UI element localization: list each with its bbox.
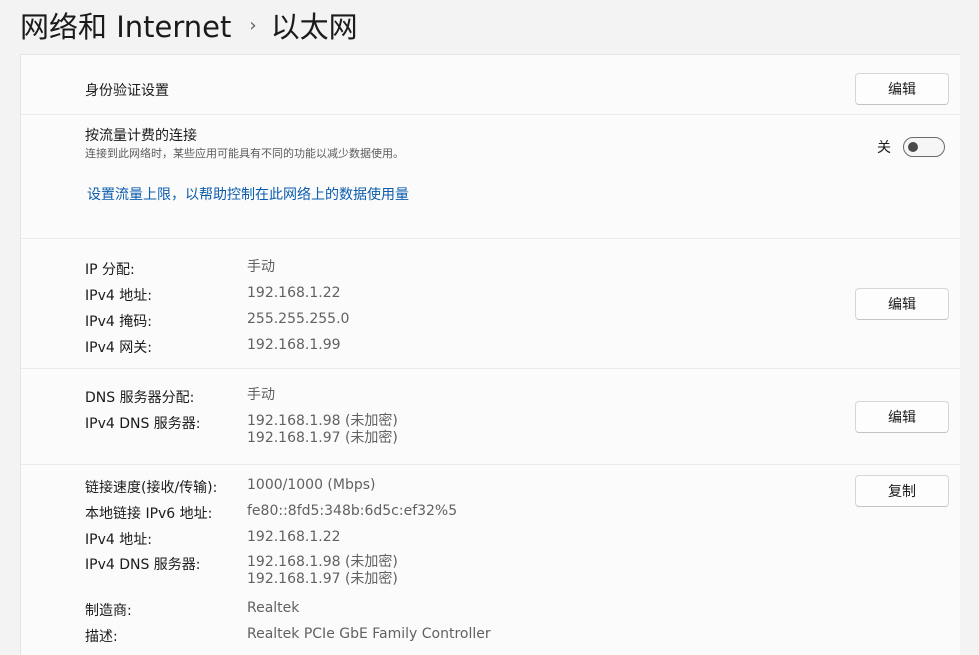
link-speed-row: 链接速度(接收/传输): 1000/1000 (Mbps) (85, 477, 825, 499)
manufacturer-row: 制造商: Realtek (85, 600, 825, 622)
props-dns-servers-key: IPv4 DNS 服务器: (85, 557, 201, 573)
data-limit-link[interactable]: 设置流量上限，以帮助控制在此网络上的数据使用量 (87, 184, 409, 204)
ip-settings-section: IP 分配: 手动 IPv4 地址: 192.168.1.22 IPv4 掩码:… (21, 239, 961, 369)
metered-toggle-group: 关 (877, 137, 945, 157)
dns-edit-button[interactable]: 编辑 (855, 401, 949, 433)
props-dns-servers-value: 192.168.1.98 (未加密) 192.168.1.97 (未加密) (247, 554, 398, 588)
ipv6-address-value: fe80::8fd5:348b:6d5c:ef32%5 (247, 503, 458, 519)
ipv6-address-row: 本地链接 IPv6 地址: fe80::8fd5:348b:6d5c:ef32%… (85, 503, 825, 525)
dns-servers-row: IPv4 DNS 服务器: 192.168.1.98 (未加密) 192.168… (85, 413, 825, 453)
adapter-properties-section: 链接速度(接收/传输): 1000/1000 (Mbps) 本地链接 IPv6 … (21, 465, 961, 655)
ipv4-address-key: IPv4 地址: (85, 288, 152, 304)
ipv4-address-value: 192.168.1.22 (247, 285, 341, 301)
breadcrumb-separator-icon: › (249, 14, 257, 36)
ipv4-gateway-key: IPv4 网关: (85, 340, 152, 356)
dns-servers-key: IPv4 DNS 服务器: (85, 416, 201, 432)
toggle-knob (908, 142, 918, 152)
breadcrumb-parent[interactable]: 网络和 Internet (20, 4, 231, 46)
description-value: Realtek PCIe GbE Family Controller (247, 626, 491, 642)
manufacturer-key: 制造商: (85, 603, 132, 619)
ipv4-address-row: IPv4 地址: 192.168.1.22 (85, 285, 825, 307)
dns-assignment-value: 手动 (247, 387, 275, 403)
props-dns-server-1: 192.168.1.98 (未加密) (247, 554, 398, 570)
ip-assignment-row: IP 分配: 手动 (85, 259, 825, 281)
metered-connection-label: 按流量计费的连接 (85, 128, 197, 144)
ipv4-mask-value: 255.255.255.0 (247, 311, 350, 327)
props-ipv4-address-value: 192.168.1.22 (247, 529, 341, 545)
ipv6-address-key: 本地链接 IPv6 地址: (85, 506, 213, 522)
auth-edit-button[interactable]: 编辑 (855, 73, 949, 105)
ip-assignment-key: IP 分配: (85, 262, 135, 278)
props-dns-servers-row: IPv4 DNS 服务器: 192.168.1.98 (未加密) 192.168… (85, 554, 825, 594)
settings-panel: 身份验证设置 编辑 按流量计费的连接 连接到此网络时，某些应用可能具有不同的功能… (20, 54, 961, 655)
auth-settings-section: 身份验证设置 编辑 (21, 61, 961, 115)
ip-edit-button[interactable]: 编辑 (855, 288, 949, 320)
ipv4-gateway-row: IPv4 网关: 192.168.1.99 (85, 337, 825, 359)
ipv4-mask-key: IPv4 掩码: (85, 314, 152, 330)
auth-settings-label: 身份验证设置 (85, 83, 169, 99)
dns-settings-section: DNS 服务器分配: 手动 IPv4 DNS 服务器: 192.168.1.98… (21, 369, 961, 465)
props-ipv4-address-key: IPv4 地址: (85, 532, 152, 548)
breadcrumb: 网络和 Internet › 以太网 (20, 4, 358, 46)
copy-button[interactable]: 复制 (855, 475, 949, 507)
metered-connection-toggle[interactable] (903, 137, 945, 157)
ipv4-gateway-value: 192.168.1.99 (247, 337, 341, 353)
metered-toggle-state: 关 (877, 140, 891, 156)
dns-server-2: 192.168.1.97 (未加密) (247, 430, 398, 446)
dns-servers-value: 192.168.1.98 (未加密) 192.168.1.97 (未加密) (247, 413, 398, 447)
props-dns-server-2: 192.168.1.97 (未加密) (247, 571, 398, 587)
dns-server-1: 192.168.1.98 (未加密) (247, 413, 398, 429)
dns-assignment-row: DNS 服务器分配: 手动 (85, 387, 825, 409)
props-ipv4-address-row: IPv4 地址: 192.168.1.22 (85, 529, 825, 551)
ip-assignment-value: 手动 (247, 259, 275, 275)
dns-assignment-key: DNS 服务器分配: (85, 390, 195, 406)
page-title: 以太网 (270, 10, 358, 44)
ipv4-mask-row: IPv4 掩码: 255.255.255.0 (85, 311, 825, 333)
link-speed-key: 链接速度(接收/传输): (85, 480, 218, 496)
link-speed-value: 1000/1000 (Mbps) (247, 477, 376, 493)
description-key: 描述: (85, 629, 118, 645)
metered-connection-section: 按流量计费的连接 连接到此网络时，某些应用可能具有不同的功能以减少数据使用。 关… (21, 115, 961, 239)
description-row: 描述: Realtek PCIe GbE Family Controller (85, 626, 825, 648)
metered-connection-description: 连接到此网络时，某些应用可能具有不同的功能以减少数据使用。 (85, 147, 404, 160)
page-header: 网络和 Internet › 以太网 (0, 0, 979, 54)
manufacturer-value: Realtek (247, 600, 300, 616)
